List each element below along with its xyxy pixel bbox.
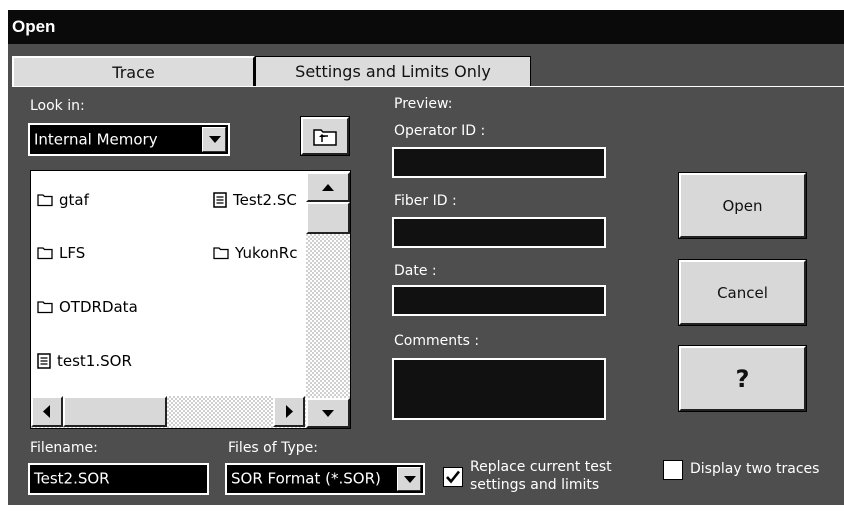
file-type-label: Files of Type:	[228, 440, 318, 456]
folder-icon	[213, 247, 229, 260]
open-button[interactable]: Open	[679, 173, 806, 238]
arrow-up-icon	[322, 184, 334, 191]
look-in-dropdown[interactable]: Internal Memory	[28, 123, 230, 156]
operator-id-label: Operator ID :	[394, 123, 486, 139]
scroll-right-button[interactable]	[273, 396, 305, 427]
date-field	[392, 285, 606, 316]
replace-settings-checkbox[interactable]	[443, 467, 463, 487]
arrow-down-icon	[322, 410, 334, 417]
date-label: Date :	[394, 263, 437, 279]
list-item-label: Test2.SC	[233, 191, 297, 209]
filename-value: Test2.SOR	[34, 469, 110, 488]
list-item[interactable]: test1.SOR	[37, 352, 132, 370]
folder-icon	[37, 194, 53, 207]
document-icon	[213, 192, 227, 208]
display-two-traces-checkbox[interactable]	[663, 460, 683, 480]
fiber-id-field	[392, 217, 606, 248]
filename-input[interactable]: Test2.SOR	[28, 463, 209, 495]
replace-settings-label-line1: Replace current test	[470, 459, 612, 475]
fiber-id-label: Fiber ID :	[394, 193, 457, 209]
list-item[interactable]: YukonRc	[213, 244, 297, 262]
tab-trace[interactable]: Trace	[12, 56, 255, 86]
folder-up-icon	[313, 129, 337, 146]
list-item[interactable]: Test2.SC	[213, 191, 297, 209]
scroll-down-button[interactable]	[306, 398, 350, 428]
list-item-label: gtaf	[59, 191, 89, 209]
list-item[interactable]: LFS	[37, 244, 85, 262]
preview-label: Preview:	[394, 96, 453, 112]
document-icon	[37, 353, 51, 369]
tab-settings-and-limits[interactable]: Settings and Limits Only	[255, 56, 531, 86]
horizontal-scroll-thumb[interactable]	[63, 396, 167, 427]
file-type-dropdown[interactable]: SOR Format (*.SOR)	[225, 463, 425, 495]
replace-settings-label-line2: settings and limits	[470, 477, 600, 493]
filename-label: Filename:	[30, 440, 98, 456]
help-button[interactable]: ?	[679, 346, 806, 411]
vertical-scroll-thumb[interactable]	[306, 202, 350, 234]
replace-settings-label: Replace current test settings and limits	[470, 458, 612, 494]
file-type-value: SOR Format (*.SOR)	[231, 469, 381, 488]
folder-icon	[37, 301, 53, 314]
chevron-down-icon[interactable]	[202, 127, 226, 152]
comments-label: Comments :	[394, 333, 480, 349]
checkmark-icon	[446, 470, 461, 484]
look-in-label: Look in:	[30, 98, 85, 114]
list-item-label: LFS	[59, 244, 86, 262]
arrow-right-icon	[286, 405, 293, 418]
list-item[interactable]: gtaf	[37, 191, 89, 209]
up-folder-button[interactable]	[301, 117, 349, 155]
file-list[interactable]: gtaf Test2.SC LFS YukonRc OTDRData test1…	[30, 170, 351, 429]
scroll-left-button[interactable]	[31, 396, 63, 427]
look-in-value: Internal Memory	[34, 130, 158, 148]
comments-field	[392, 358, 606, 420]
cancel-button[interactable]: Cancel	[679, 260, 806, 325]
list-item-label: OTDRData	[59, 298, 138, 316]
display-two-traces-label: Display two traces	[690, 461, 820, 477]
open-dialog: Open Trace Settings and Limits Only Look…	[0, 0, 844, 512]
list-item-label: YukonRc	[235, 244, 298, 262]
operator-id-field	[392, 147, 606, 178]
list-item[interactable]: OTDRData	[37, 298, 138, 316]
list-item-label: test1.SOR	[57, 352, 132, 370]
chevron-down-icon[interactable]	[397, 467, 421, 491]
scroll-up-button[interactable]	[306, 172, 350, 202]
folder-icon	[37, 247, 53, 260]
arrow-left-icon	[43, 405, 50, 418]
title-bar: Open	[8, 10, 844, 44]
